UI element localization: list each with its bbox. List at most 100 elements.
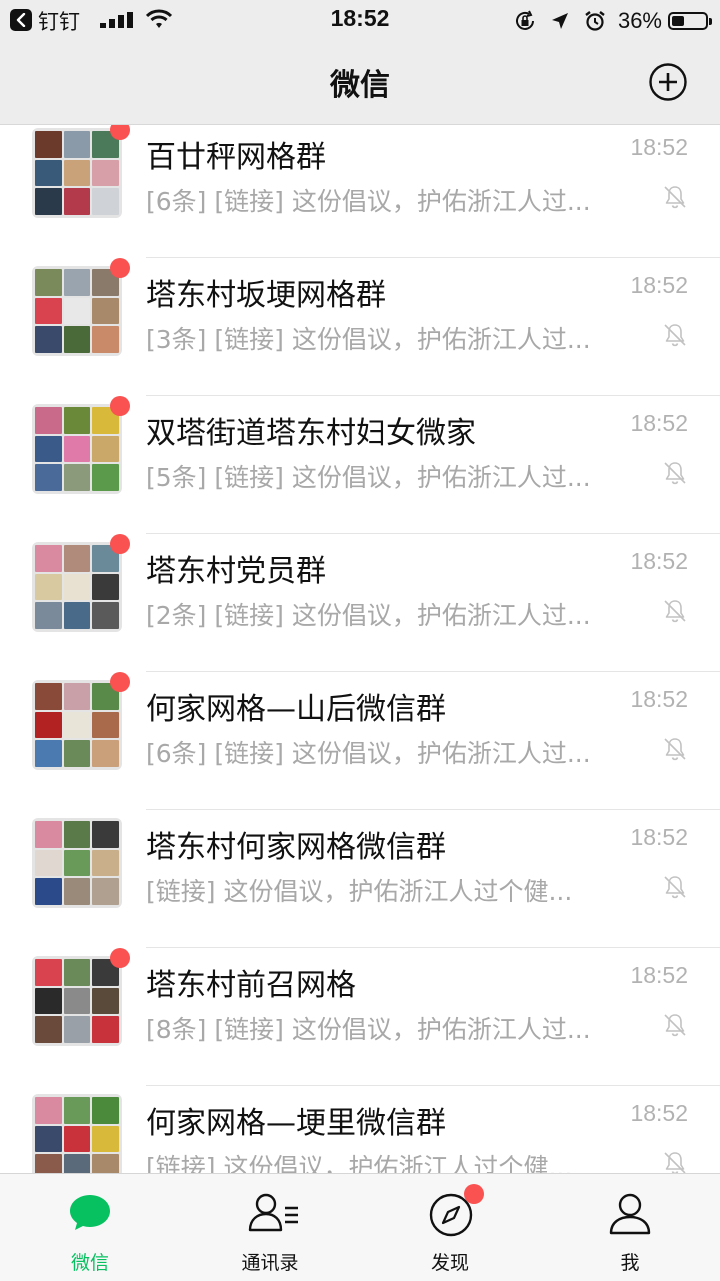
chat-row[interactable]: 塔东村党员群 18:52 [2条] [链接] 这份倡议，护佑浙江人过...: [0, 534, 720, 672]
avatar-tile: [63, 435, 91, 463]
avatar-tile: [92, 297, 119, 325]
avatar-tile: [92, 1154, 119, 1173]
avatar-tile: [63, 131, 91, 158]
chat-time: 18:52: [630, 1100, 688, 1126]
chat-name: 双塔街道塔东村妇女微家: [146, 416, 476, 451]
avatar-tile: [92, 1016, 119, 1043]
avatar-tile: [63, 849, 91, 877]
chat-row[interactable]: 塔东村坂埂网格群 18:52 [3条] [链接] 这份倡议，护佑浙江人过...: [0, 258, 720, 396]
avatar-tile: [63, 878, 91, 905]
tab-label: 我: [620, 1252, 640, 1274]
alarm-icon: [585, 11, 605, 31]
location-arrow-icon: [551, 13, 568, 29]
avatar-tile: [92, 188, 119, 215]
chat-bubble-icon: [70, 1195, 110, 1230]
group-avatar: [32, 818, 122, 908]
chat-row[interactable]: 百廿秤网格群 18:52 [6条] [链接] 这份倡议，护佑浙江人过...: [0, 125, 720, 258]
avatar-tile: [35, 407, 62, 434]
group-avatar: [32, 266, 122, 356]
chat-time: 18:52: [630, 410, 688, 436]
nav-bar: 微信: [0, 40, 720, 125]
avatar-tile: [63, 987, 91, 1015]
battery-percent: 36%: [617, 8, 662, 33]
tab-me[interactable]: 我: [540, 1174, 720, 1281]
chat-preview: [3条] [链接] 这份倡议，护佑浙江人过...: [146, 325, 591, 354]
chat-preview: [链接] 这份倡议，护佑浙江人过个健...: [146, 1153, 573, 1173]
avatar-tile: [63, 297, 91, 325]
chat-row[interactable]: 双塔街道塔东村妇女微家 18:52 [5条] [链接] 这份倡议，护佑浙江人过...: [0, 396, 720, 534]
chat-time: 18:52: [630, 134, 688, 160]
avatar-tile: [63, 821, 91, 848]
plus-circle-icon[interactable]: [648, 62, 688, 102]
avatar-tile: [35, 602, 62, 629]
tab-label: 通讯录: [241, 1252, 299, 1274]
unread-dot: [110, 396, 130, 416]
chat-time: 18:52: [630, 962, 688, 988]
chat-name: 塔东村党员群: [146, 554, 326, 589]
avatar-tile: [63, 683, 91, 710]
tab-contacts[interactable]: 通讯录: [180, 1174, 360, 1281]
unread-dot: [110, 125, 130, 140]
avatar-tile: [63, 407, 91, 434]
avatar-tile: [92, 159, 119, 187]
chat-row[interactable]: 何家网格—埂里微信群 18:52 [链接] 这份倡议，护佑浙江人过个健...: [0, 1086, 720, 1173]
chat-time: 18:52: [630, 272, 688, 298]
avatar-tile: [63, 1097, 91, 1124]
chat-name: 何家网格—山后微信群: [146, 692, 446, 727]
unread-dot: [110, 672, 130, 692]
avatar-tile: [35, 573, 62, 601]
avatar-tile: [92, 464, 119, 491]
avatar-tile: [92, 987, 119, 1015]
tab-chats[interactable]: 微信: [0, 1174, 180, 1281]
avatar-tile: [63, 711, 91, 739]
avatar-tile: [63, 269, 91, 296]
group-avatar: [32, 1094, 122, 1173]
avatar-tile: [35, 878, 62, 905]
muted-bell-icon: [664, 600, 686, 623]
avatar-tile: [35, 683, 62, 710]
avatar-tile: [63, 573, 91, 601]
person-icon: [609, 1193, 651, 1235]
avatar-tile: [63, 602, 91, 629]
avatar-tile: [63, 188, 91, 215]
avatar-tile: [35, 849, 62, 877]
avatar-tile: [92, 602, 119, 629]
avatar-tile: [35, 545, 62, 572]
group-avatar: [32, 956, 122, 1046]
tab-discover[interactable]: 发现: [360, 1174, 540, 1281]
muted-bell-icon: [664, 324, 686, 347]
tab-bar: 微信 通讯录 发现 我: [0, 1173, 720, 1281]
avatar-tile: [63, 545, 91, 572]
chat-preview: [6条] [链接] 这份倡议，护佑浙江人过...: [146, 187, 591, 216]
group-avatar: [32, 680, 122, 770]
chat-name: 塔东村何家网格微信群: [146, 830, 446, 865]
chat-row[interactable]: 塔东村何家网格微信群 18:52 [链接] 这份倡议，护佑浙江人过个健...: [0, 810, 720, 948]
chat-list[interactable]: 百廿秤网格群 18:52 [6条] [链接] 这份倡议，护佑浙江人过... 塔东村坂埂…: [0, 125, 720, 1173]
chat-preview: [链接] 这份倡议，护佑浙江人过个健...: [146, 877, 573, 906]
unread-dot: [110, 948, 130, 968]
avatar-tile: [92, 1097, 119, 1124]
muted-bell-icon: [664, 738, 686, 761]
contacts-icon: [248, 1193, 298, 1232]
avatar-tile: [92, 878, 119, 905]
avatar-tile: [35, 131, 62, 158]
chat-row[interactable]: 何家网格—山后微信群 18:52 [6条] [链接] 这份倡议，护佑浙江人过...: [0, 672, 720, 810]
muted-bell-icon: [664, 1014, 686, 1037]
avatar-tile: [92, 573, 119, 601]
chat-time: 18:52: [630, 686, 688, 712]
avatar-tile: [63, 1154, 91, 1173]
status-bar: 钉钉 18:52 36%: [0, 0, 720, 40]
avatar-tile: [35, 269, 62, 296]
chat-row[interactable]: 塔东村前召网格 18:52 [8条] [链接] 这份倡议，护佑浙江人过...: [0, 948, 720, 1086]
unread-dot: [110, 258, 130, 278]
avatar-tile: [35, 435, 62, 463]
group-avatar: [32, 404, 122, 494]
tab-label: 发现: [430, 1252, 469, 1274]
chat-time: 18:52: [630, 824, 688, 850]
avatar-tile: [63, 326, 91, 353]
avatar-tile: [92, 711, 119, 739]
avatar-tile: [63, 464, 91, 491]
tab-label: 微信: [70, 1252, 109, 1274]
avatar-tile: [35, 821, 62, 848]
muted-bell-icon: [664, 1152, 686, 1173]
